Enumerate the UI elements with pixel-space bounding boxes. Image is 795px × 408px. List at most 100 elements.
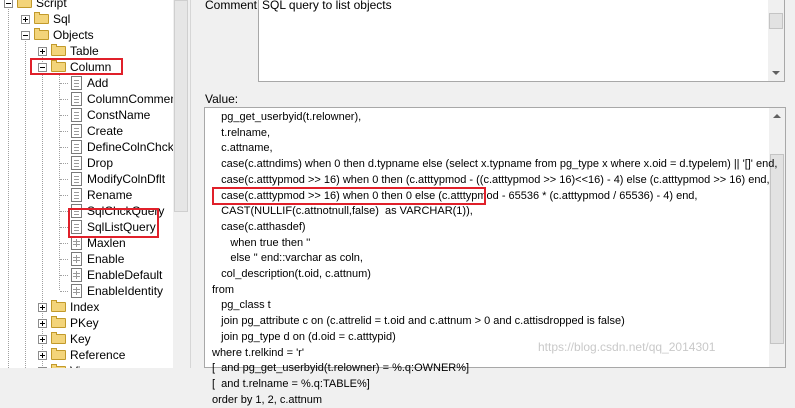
- tree-item-enabledefault[interactable]: EnableDefault: [0, 267, 173, 283]
- code-line: case(c.atthasdef): [212, 220, 306, 233]
- tree-item-reference[interactable]: Reference: [0, 347, 173, 363]
- tree-item-key[interactable]: Key: [0, 331, 173, 347]
- folder-icon: [51, 316, 66, 328]
- tree-item-definecolnchck[interactable]: DefineColnChck: [0, 139, 173, 155]
- value-scrollbar-thumb[interactable]: [770, 154, 784, 344]
- document-icon: [71, 124, 82, 138]
- collapse-icon[interactable]: [21, 31, 30, 40]
- code-line: t.relname,: [212, 126, 271, 139]
- tree-item-sql[interactable]: Sql: [0, 11, 173, 27]
- tree-connector: [60, 291, 68, 293]
- expand-icon[interactable]: [38, 47, 47, 56]
- tree-item-table[interactable]: Table: [0, 43, 173, 59]
- comment-scrollbar-thumb[interactable]: [769, 13, 783, 29]
- value-scrollbar[interactable]: [769, 108, 785, 367]
- tree-item-label: ModifyColnDflt: [87, 172, 166, 186]
- highlight-column-node: [30, 58, 123, 75]
- expand-icon[interactable]: [38, 351, 47, 360]
- tree-item-objects[interactable]: Objects: [0, 27, 173, 43]
- tree-item-label: Objects: [53, 28, 94, 42]
- folder-icon: [51, 300, 66, 312]
- tree-item-label: Reference: [70, 348, 126, 362]
- document-icon: [71, 76, 82, 90]
- property-icon: [71, 268, 82, 282]
- tree-item-label: Add: [87, 76, 109, 90]
- tree-item-create[interactable]: Create: [0, 123, 173, 139]
- scroll-down-icon[interactable]: [772, 71, 780, 75]
- tree-item-label: EnableDefault: [87, 268, 163, 282]
- tree-item-drop[interactable]: Drop: [0, 155, 173, 171]
- tree-connector: [60, 227, 68, 229]
- tree-connector: [60, 131, 68, 133]
- tree-item-index[interactable]: Index: [0, 299, 173, 315]
- expand-icon[interactable]: [21, 15, 30, 24]
- code-line: join pg_type d on (d.oid = c.atttypid): [212, 330, 396, 343]
- tree-item-enable[interactable]: Enable: [0, 251, 173, 267]
- tree-item-label: Sql: [53, 12, 71, 26]
- tree-item-pkey[interactable]: PKey: [0, 315, 173, 331]
- tree-item-label: ConstName: [87, 108, 151, 122]
- code-line: order by 1, 2, c.attnum: [212, 393, 323, 406]
- comment-scrollbar[interactable]: [768, 0, 784, 81]
- tree-item-add[interactable]: Add: [0, 75, 173, 91]
- document-icon: [71, 108, 82, 122]
- code-line: [ and t.relname = %.q:TABLE%]: [212, 377, 370, 390]
- code-line: [ and pg_get_userbyid(t.relowner) = %.q:…: [212, 362, 470, 375]
- tree-connector: [60, 195, 68, 197]
- comment-field[interactable]: SQL query to list objects: [258, 0, 785, 82]
- scroll-up-icon[interactable]: [773, 114, 781, 118]
- tree-connector: [60, 259, 68, 261]
- comment-text: SQL query to list objects: [262, 0, 392, 12]
- property-icon: [71, 284, 82, 298]
- document-icon: [71, 156, 82, 170]
- code-line: from: [212, 283, 234, 296]
- collapse-icon[interactable]: [4, 0, 13, 8]
- tree-item-columncomment[interactable]: ColumnComment: [0, 91, 173, 107]
- code-line: col_description(t.oid, c.attnum): [212, 268, 371, 280]
- comment-label: Comment:: [205, 0, 261, 12]
- folder-icon: [17, 0, 32, 8]
- tree-item-label: Rename: [87, 188, 133, 202]
- code-line: where t.relkind = 'r': [212, 346, 304, 359]
- tree-item-label: EnableIdentity: [87, 284, 164, 298]
- tree-item-view[interactable]: View: [0, 363, 173, 368]
- tree-item-constname[interactable]: ConstName: [0, 107, 173, 123]
- tree-item-label: Enable: [87, 252, 125, 266]
- object-tree[interactable]: Script Sql Objects Table Column Add ColumnComm…: [0, 0, 173, 368]
- tree-item-label: View: [70, 363, 96, 368]
- folder-icon: [51, 348, 66, 360]
- highlight-sqllistquery-node: [68, 208, 159, 238]
- expand-icon[interactable]: [38, 335, 47, 344]
- folder-icon: [34, 28, 49, 40]
- document-icon: [71, 172, 82, 186]
- property-icon: [71, 252, 82, 266]
- tree-item-enableidentity[interactable]: EnableIdentity: [0, 283, 173, 299]
- tree-item-label: Script: [36, 0, 67, 10]
- tree-connector: [60, 147, 68, 149]
- folder-icon: [51, 44, 66, 56]
- tree-connector: [60, 211, 68, 213]
- tree-item-label: PKey: [70, 316, 99, 330]
- tree-scrollbar-thumb[interactable]: [174, 0, 188, 212]
- tree-item-label: Index: [70, 300, 100, 314]
- expand-icon[interactable]: [38, 303, 47, 312]
- tree-connector: [60, 115, 68, 117]
- watermark: https://blog.csdn.net/qq_2014301: [538, 340, 716, 354]
- code-line: CAST(NULLIF(c.attnotnull,false) as VARCH…: [212, 205, 473, 218]
- tree-connector: [60, 99, 68, 101]
- tree-item-label: Table: [70, 44, 99, 58]
- panel-splitter[interactable]: [190, 0, 199, 368]
- tree-item-modifycolndflt[interactable]: ModifyColnDflt: [0, 171, 173, 187]
- code-line: pg_get_userbyid(t.relowner),: [212, 111, 362, 123]
- expand-icon[interactable]: [38, 319, 47, 328]
- code-line: pg_class t: [212, 299, 271, 312]
- tree-connector: [60, 83, 68, 85]
- folder-icon: [51, 332, 66, 344]
- document-icon: [71, 188, 82, 202]
- tree-connector: [60, 163, 68, 165]
- tree-item-label: Create: [87, 124, 124, 138]
- tree-item-script[interactable]: Script: [0, 0, 173, 11]
- tree-item-rename[interactable]: Rename: [0, 187, 173, 203]
- highlight-cast-line: [212, 187, 486, 205]
- document-icon: [71, 92, 82, 106]
